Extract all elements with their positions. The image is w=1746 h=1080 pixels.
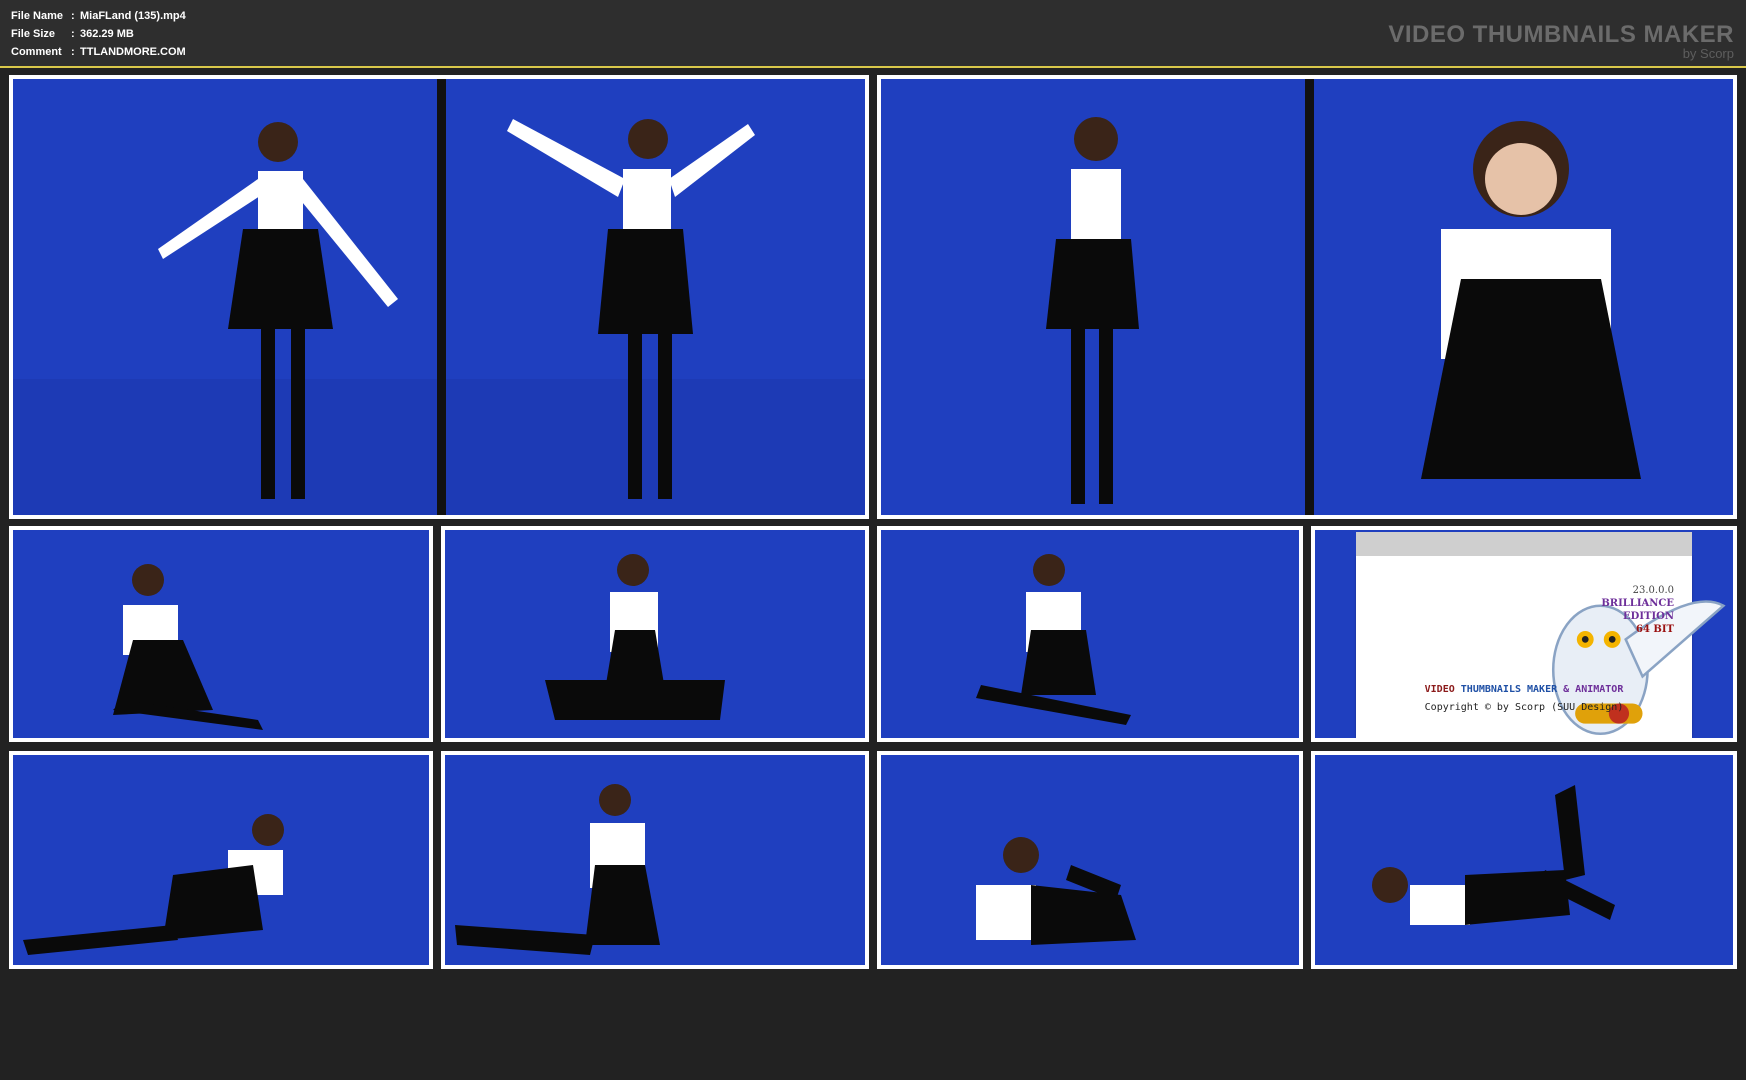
thumbnail-large-1[interactable] [9,75,869,519]
brand-subtitle: by Scorp [1682,46,1734,61]
splash-name-part1: VIDEO [1424,684,1455,695]
thumbnail-image [881,530,1299,738]
software-splash: 23.0.0.0 BRILLIANCE EDITION 64 BIT VIDEO… [1356,532,1726,738]
splash-product-name: VIDEO THUMBNAILS MAKER & ANIMATOR [1356,684,1692,695]
comment-label: Comment [11,46,62,58]
splash-version-block: 23.0.0.0 BRILLIANCE EDITION 64 BIT [1601,584,1674,636]
figure-scene [1315,755,1733,965]
figure-scene [13,755,429,965]
splash-name-part2: THUMBNAILS MAKER [1460,684,1558,695]
file-name-separator: : [71,10,75,22]
thumbnail-2-3[interactable] [877,526,1303,742]
file-info: File Name : MiaFLand (135).mp4 File Size… [11,7,186,61]
owl-logo-icon [1551,600,1726,736]
thumbnail-image [445,755,865,965]
splash-stripe-top [1356,532,1692,556]
comment-row: Comment : TTLANDMORE.COM [11,43,186,61]
thumbnail-3-4[interactable] [1311,751,1737,969]
file-name-value: MiaFLand (135).mp4 [80,10,186,22]
thumbnail-3-3[interactable] [877,751,1303,969]
file-name-row: File Name : MiaFLand (135).mp4 [11,7,186,25]
thumbnail-2-4[interactable]: 23.0.0.0 BRILLIANCE EDITION 64 BIT VIDEO… [1311,526,1737,742]
file-size-row: File Size : 362.29 MB [11,25,186,43]
thumbnail-image [881,755,1299,965]
thumbnail-image [445,530,865,738]
thumbnail-image [13,530,429,738]
thumbnail-image [13,79,865,515]
splash-copyright: Copyright © by Scorp (SUU Design) [1424,702,1624,713]
split-divider [437,79,446,515]
splash-bits: 64 BIT [1636,624,1674,635]
thumbnail-3-1[interactable] [9,751,433,969]
thumbnail-image: 23.0.0.0 BRILLIANCE EDITION 64 BIT VIDEO… [1315,530,1733,738]
file-name-label: File Name [11,10,63,22]
file-size-value: 362.29 MB [80,28,134,40]
thumbnail-image [1315,755,1733,965]
figure-scene [13,530,429,738]
thumbnail-image [13,755,429,965]
thumbnail-large-2[interactable] [877,75,1737,519]
figure-scene [881,755,1299,965]
splash-edition-line2: EDITION [1623,611,1674,622]
file-size-label: File Size [11,28,56,40]
header-bar: File Name : MiaFLand (135).mp4 File Size… [0,0,1746,68]
figure-scene [445,755,865,965]
thumbnail-3-2[interactable] [441,751,869,969]
splash-edition-line1: BRILLIANCE [1601,598,1674,609]
figure-scene [881,530,1299,738]
thumbnail-2-1[interactable] [9,526,433,742]
splash-name-part3: & ANIMATOR [1563,684,1624,695]
splash-version: 23.0.0.0 [1632,585,1674,596]
brand-watermark: VIDEO THUMBNAILS MAKER by Scorp [1388,21,1734,61]
comment-separator: : [71,46,75,58]
thumbnail-grid: 23.0.0.0 BRILLIANCE EDITION 64 BIT VIDEO… [0,68,1746,1080]
brand-title: VIDEO THUMBNAILS MAKER [1388,21,1734,48]
comment-value: TTLANDMORE.COM [80,46,186,58]
figure-scene [445,530,865,738]
thumbnail-image [881,79,1733,515]
file-size-separator: : [71,28,75,40]
thumbnail-2-2[interactable] [441,526,869,742]
split-divider [1305,79,1314,515]
